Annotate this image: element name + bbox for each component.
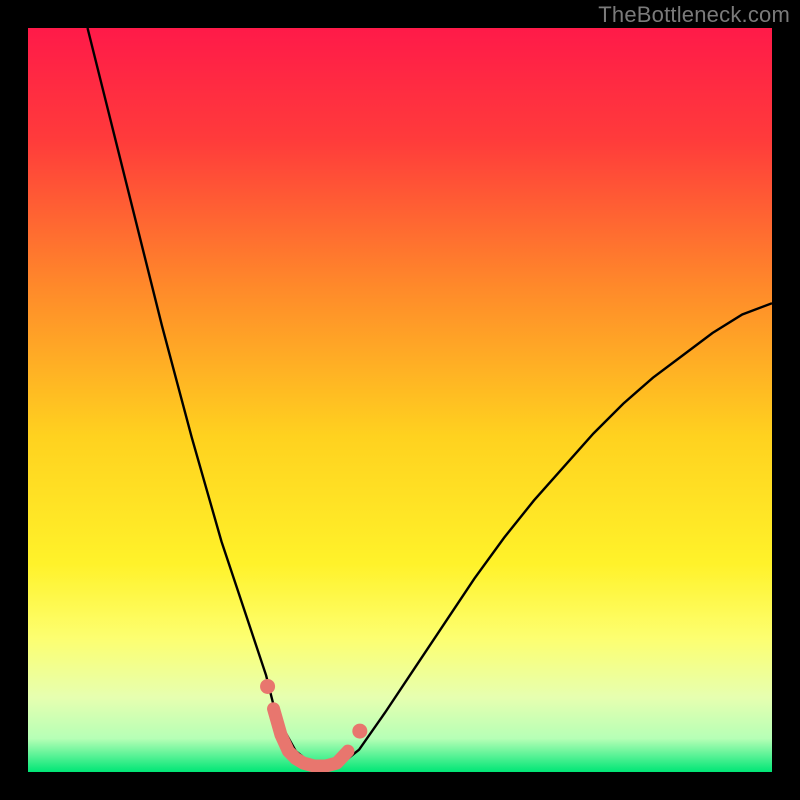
watermark-text: TheBottleneck.com [598,2,790,28]
marker-dot [260,679,275,694]
gradient-background [28,28,772,772]
marker-dot [352,724,367,739]
chart-frame: TheBottleneck.com [0,0,800,800]
bottleneck-chart [28,28,772,772]
plot-area [28,28,772,772]
